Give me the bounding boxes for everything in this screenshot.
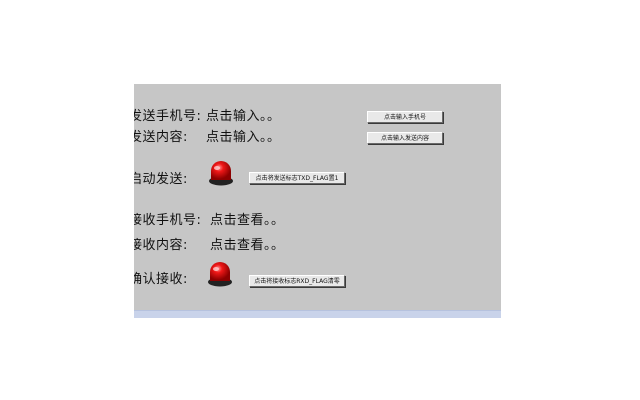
input-content-button[interactable]: 点击输入发送内容 (367, 132, 443, 144)
start-send-label: 启动发送: (134, 172, 188, 187)
send-phone-label: 发送手机号: (134, 109, 202, 124)
input-phone-button[interactable]: 点击输入手机号 (367, 111, 443, 123)
recv-phone-label: 接收手机号: (134, 213, 202, 228)
send-content-label: 发送内容: (134, 130, 188, 145)
recv-content-value[interactable]: 点击查看。。 (210, 234, 285, 253)
screenshot-stage: 发送手机号: 点击输入。。 点击输入手机号 发送内容: 点击输入。。 点击输入发… (0, 0, 640, 400)
set-txd-flag-button[interactable]: 点击将发送标志TXD_FLAG置1 (249, 172, 345, 184)
send-phone-value[interactable]: 点击输入。。 (206, 105, 281, 124)
confirm-recv-label: 确认接收: (134, 272, 188, 287)
red-led-icon (208, 262, 232, 287)
sms-control-panel: 发送手机号: 点击输入。。 点击输入手机号 发送内容: 点击输入。。 点击输入发… (134, 84, 501, 310)
recv-content-label: 接收内容: (134, 238, 188, 253)
red-led-icon (209, 161, 233, 186)
clear-rxd-flag-button[interactable]: 点击将接收标志RXD_FLAG清零 (249, 275, 345, 287)
recv-phone-value[interactable]: 点击查看。。 (210, 209, 285, 228)
panel-bottom-bar (134, 310, 501, 318)
send-content-value[interactable]: 点击输入。。 (206, 126, 281, 145)
